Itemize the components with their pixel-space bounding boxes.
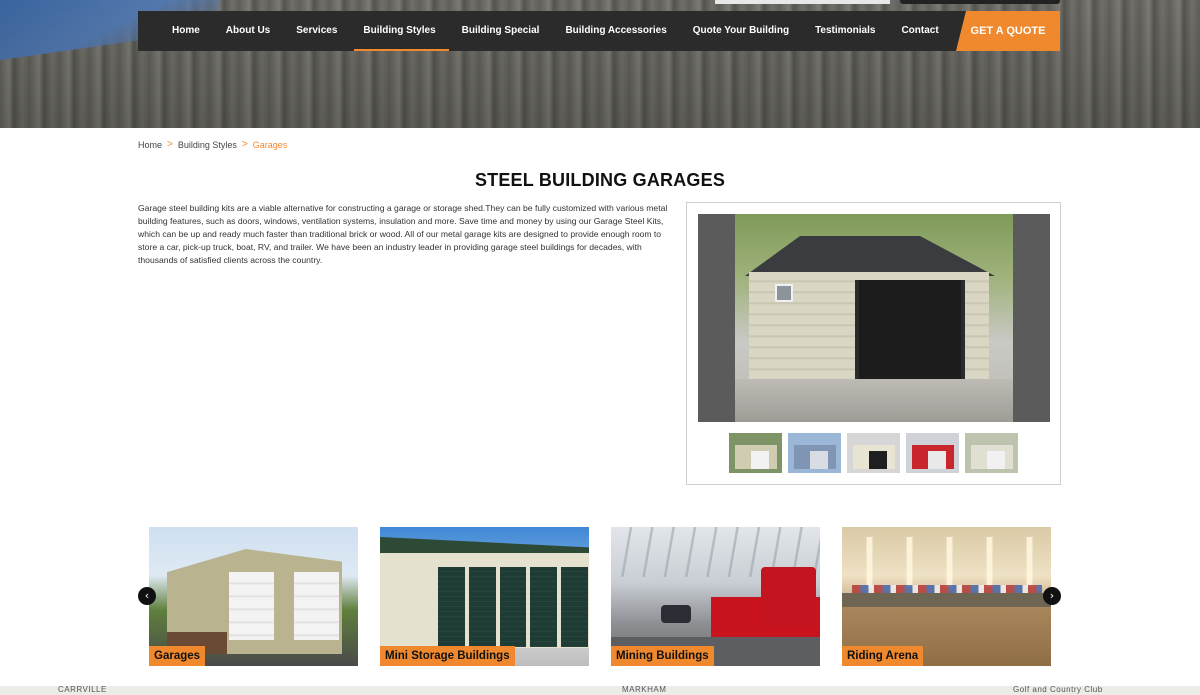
map-label: Golf and Country Club [1013, 685, 1103, 694]
nav-contact[interactable]: Contact [888, 11, 951, 51]
nav-testimonials[interactable]: Testimonials [802, 11, 888, 51]
card-label: Riding Arena [842, 646, 924, 666]
chevron-right-icon: > [241, 139, 248, 150]
nav-building-styles[interactable]: Building Styles [350, 11, 449, 51]
nav-building-special[interactable]: Building Special [449, 11, 553, 51]
gallery-thumbnail[interactable] [729, 433, 782, 473]
carousel-next-arrow-icon[interactable]: › [1043, 587, 1061, 605]
main-nav: Home About Us Services Building Styles B… [138, 11, 1060, 51]
map-label: MARKHAM [622, 685, 667, 694]
carousel-card-mining-buildings[interactable]: Mining Buildings [611, 527, 820, 666]
page-description: Garage steel building kits are a viable … [138, 203, 668, 265]
header-button-edge [900, 0, 1060, 4]
nav-services[interactable]: Services [283, 11, 350, 51]
carousel-prev-arrow-icon[interactable]: ‹ [138, 587, 156, 605]
carousel-card-mini-storage[interactable]: Mini Storage Buildings [380, 527, 589, 666]
garage-photo [735, 214, 1013, 422]
image-gallery [686, 202, 1061, 485]
card-label: Mini Storage Buildings [380, 646, 515, 666]
nav-building-accessories[interactable]: Building Accessories [552, 11, 679, 51]
garage-window [775, 284, 793, 302]
breadcrumb-current: Garages [252, 139, 288, 150]
page-title: STEEL BUILDING GARAGES [474, 170, 726, 190]
gallery-thumbnail[interactable] [788, 433, 841, 473]
nav-about-us[interactable]: About Us [213, 11, 283, 51]
map-label: CARRVILLE [58, 685, 107, 694]
map-strip[interactable]: CARRVILLE MARKHAM Golf and Country Club [0, 685, 1200, 695]
chevron-right-icon: > [167, 139, 173, 150]
card-label: Mining Buildings [611, 646, 714, 666]
gallery-thumbnail[interactable] [965, 433, 1018, 473]
breadcrumb-home[interactable]: Home [138, 140, 162, 150]
carousel-card-riding-arena[interactable]: Riding Arena [842, 527, 1051, 666]
nav-home[interactable]: Home [138, 11, 213, 51]
building-styles-carousel: Garages Mini Storage Buildings Mining Bu… [138, 527, 1062, 667]
card-label: Garages [149, 646, 206, 666]
gallery-thumbnails [729, 433, 1018, 473]
gallery-thumbnail[interactable] [906, 433, 959, 473]
gallery-main-image[interactable] [698, 214, 1050, 422]
garage-door-opening [855, 280, 965, 382]
carousel-card-garages[interactable]: Garages [149, 527, 358, 666]
breadcrumb-building-styles[interactable]: Building Styles [178, 140, 237, 150]
gallery-thumbnail[interactable] [847, 433, 900, 473]
nav-quote-your-building[interactable]: Quote Your Building [680, 11, 802, 51]
get-a-quote-button[interactable]: GET A QUOTE [956, 11, 1060, 51]
breadcrumb: Home > Building Styles > Garages [138, 139, 287, 150]
search-bar-edge [715, 0, 890, 4]
